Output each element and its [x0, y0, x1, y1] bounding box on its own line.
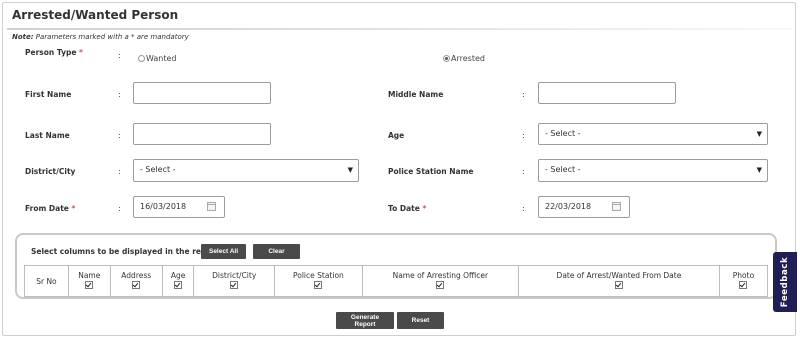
column-label: Date of Arrest/Wanted From Date: [556, 271, 682, 280]
column-cell-age: Age: [161, 265, 195, 297]
column-checkbox-photo[interactable]: [739, 281, 748, 289]
column-checkbox-arrest-date[interactable]: [614, 281, 623, 289]
column-checkbox-name[interactable]: [85, 281, 94, 289]
column-cell-arresting-officer: Name of Arresting Officer: [361, 265, 519, 297]
to-date-label-text: To Date: [388, 204, 420, 213]
chevron-down-icon: ▼: [347, 166, 353, 174]
reset-button[interactable]: Reset: [397, 312, 444, 329]
police-station-label: Police Station Name: [388, 167, 474, 176]
police-station-select-value: - Select -: [545, 165, 581, 174]
chevron-down-icon: ▼: [756, 166, 762, 174]
radio-arrested-dot[interactable]: [443, 55, 450, 62]
colon: :: [522, 167, 525, 176]
from-date-input[interactable]: 16/03/2018: [133, 196, 225, 218]
column-cell-police-station: Police Station: [274, 265, 363, 297]
age-select[interactable]: - Select - ▼: [538, 123, 768, 145]
column-cell-sr-no: Sr No: [24, 265, 69, 297]
colon: :: [118, 90, 121, 99]
radio-wanted-dot[interactable]: [138, 55, 145, 62]
colon: :: [522, 204, 525, 213]
column-cell-arrest-date: Date of Arrest/Wanted From Date: [517, 265, 720, 297]
column-cell-photo: Photo: [718, 265, 769, 297]
select-all-button[interactable]: Select All: [201, 244, 246, 259]
feedback-label: Feedback: [780, 256, 791, 308]
note-text: Parameters marked with a * are mandatory: [33, 33, 189, 41]
middle-name-label: Middle Name: [388, 90, 444, 99]
column-label: Sr No: [36, 276, 57, 286]
age-label: Age: [388, 131, 405, 140]
column-label: Name: [78, 271, 101, 280]
column-checkbox-age[interactable]: [174, 281, 183, 289]
column-label: Police Station: [292, 271, 344, 280]
mandatory-note: Note: Parameters marked with a * are man…: [12, 33, 189, 41]
column-cell-district: District/City: [193, 265, 276, 297]
feedback-tab[interactable]: Feedback: [773, 252, 797, 312]
person-type-label-text: Person Type: [25, 48, 77, 57]
age-select-value: - Select -: [545, 129, 581, 138]
last-name-label: Last Name: [25, 131, 70, 140]
page-title: Arrested/Wanted Person: [12, 8, 179, 22]
column-label: District/City: [212, 271, 257, 280]
to-date-input[interactable]: 22/03/2018: [538, 196, 630, 218]
required-mark: *: [422, 204, 427, 213]
column-checkbox-district[interactable]: [230, 281, 239, 289]
column-checkbox-police-station[interactable]: [314, 281, 323, 289]
radio-arrested-label: Arrested: [451, 54, 485, 63]
from-date-value: 16/03/2018: [140, 202, 187, 211]
police-station-select[interactable]: - Select - ▼: [538, 159, 768, 182]
calendar-icon[interactable]: [207, 202, 216, 211]
column-label: Photo: [732, 271, 755, 280]
first-name-label: First Name: [25, 90, 72, 99]
from-date-label: From Date *: [25, 204, 75, 213]
colon: :: [118, 204, 121, 213]
from-date-label-text: From Date: [25, 204, 69, 213]
columns-panel-title: Select columns to be displayed in the re…: [31, 247, 219, 256]
column-label: Address: [121, 271, 152, 280]
radio-wanted-label: Wanted: [146, 54, 177, 63]
district-label: District/City: [25, 167, 76, 176]
first-name-input[interactable]: [133, 82, 271, 104]
colon: :: [118, 131, 121, 140]
clear-button[interactable]: Clear: [253, 244, 300, 259]
column-label: Name of Arresting Officer: [392, 271, 489, 280]
required-mark: *: [71, 204, 76, 213]
chevron-down-icon: ▼: [756, 130, 762, 138]
middle-name-input[interactable]: [538, 82, 676, 104]
columns-row: Sr No Name Address Age District/City Pol…: [24, 265, 769, 297]
to-date-value: 22/03/2018: [545, 202, 592, 211]
required-mark: *: [79, 48, 83, 57]
to-date-label: To Date *: [388, 204, 426, 213]
column-cell-name: Name: [67, 265, 111, 297]
columns-table: Sr No Name Address Age District/City Pol…: [24, 265, 769, 297]
last-name-input[interactable]: [133, 123, 271, 145]
generate-report-button[interactable]: Generate Report: [336, 312, 394, 329]
colon: :: [118, 51, 121, 60]
colon: :: [522, 131, 525, 140]
note-prefix: Note:: [12, 33, 34, 41]
column-label: Age: [170, 271, 186, 280]
calendar-icon[interactable]: [612, 202, 621, 211]
colon: :: [522, 90, 525, 99]
column-checkbox-arresting-officer[interactable]: [436, 281, 445, 289]
radio-arrested[interactable]: Arrested: [443, 54, 485, 63]
person-type-label: Person Type *: [25, 48, 83, 57]
district-select-value: - Select -: [140, 165, 176, 174]
column-cell-address: Address: [109, 265, 163, 297]
column-checkbox-address[interactable]: [132, 281, 141, 289]
district-select[interactable]: - Select - ▼: [133, 159, 359, 182]
title-divider: [7, 28, 791, 30]
radio-wanted[interactable]: Wanted: [138, 54, 177, 63]
colon: :: [118, 167, 121, 176]
